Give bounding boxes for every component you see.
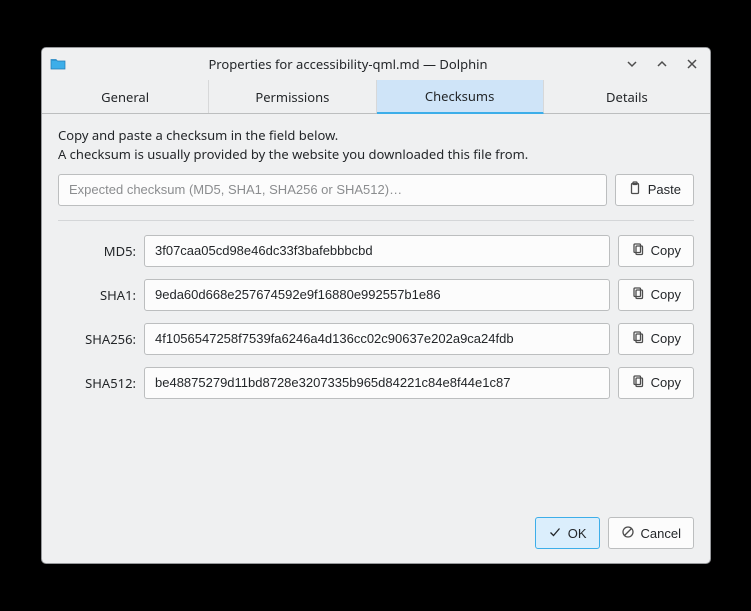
tab-permissions[interactable]: Permissions: [209, 80, 376, 113]
ok-label: OK: [568, 526, 587, 541]
clipboard-icon: [628, 181, 642, 198]
copy-label: Copy: [651, 331, 681, 346]
copy-label: Copy: [651, 375, 681, 390]
sha512-value[interactable]: [144, 367, 610, 399]
cancel-button[interactable]: Cancel: [608, 517, 694, 549]
ok-button[interactable]: OK: [535, 517, 600, 549]
hash-grid: MD5: Copy SHA1: Copy SHA256:: [58, 235, 694, 399]
minimize-button[interactable]: [622, 54, 642, 74]
properties-dialog: Properties for accessibility-qml.md — Do…: [41, 47, 711, 564]
copy-label: Copy: [651, 243, 681, 258]
expected-checksum-input[interactable]: [58, 174, 607, 206]
tab-bar: General Permissions Checksums Details: [42, 80, 710, 114]
cancel-icon: [621, 525, 635, 542]
sha512-copy-button[interactable]: Copy: [618, 367, 694, 399]
paste-button[interactable]: Paste: [615, 174, 694, 206]
instructions: Copy and paste a checksum in the field b…: [58, 126, 694, 164]
copy-icon: [631, 330, 645, 347]
folder-icon: [50, 56, 66, 72]
window-controls: [622, 54, 702, 74]
tab-content: Copy and paste a checksum in the field b…: [42, 114, 710, 507]
window-title: Properties for accessibility-qml.md — Do…: [74, 55, 622, 73]
maximize-button[interactable]: [652, 54, 672, 74]
md5-value[interactable]: [144, 235, 610, 267]
md5-label: MD5:: [58, 242, 136, 260]
copy-icon: [631, 242, 645, 259]
sha256-label: SHA256:: [58, 330, 136, 348]
sha1-copy-button[interactable]: Copy: [618, 279, 694, 311]
separator: [58, 220, 694, 221]
sha1-label: SHA1:: [58, 286, 136, 304]
dialog-footer: OK Cancel: [42, 507, 710, 563]
md5-copy-button[interactable]: Copy: [618, 235, 694, 267]
expected-checksum-row: Paste: [58, 174, 694, 206]
paste-label: Paste: [648, 182, 681, 197]
sha256-copy-button[interactable]: Copy: [618, 323, 694, 355]
instructions-line-2: A checksum is usually provided by the we…: [58, 145, 694, 164]
tab-general[interactable]: General: [42, 80, 209, 113]
sha512-label: SHA512:: [58, 374, 136, 392]
titlebar: Properties for accessibility-qml.md — Do…: [42, 48, 710, 80]
close-button[interactable]: [682, 54, 702, 74]
sha1-value[interactable]: [144, 279, 610, 311]
check-icon: [548, 525, 562, 542]
copy-icon: [631, 374, 645, 391]
tab-details[interactable]: Details: [544, 80, 710, 113]
cancel-label: Cancel: [641, 526, 681, 541]
tab-checksums[interactable]: Checksums: [377, 80, 544, 114]
instructions-line-1: Copy and paste a checksum in the field b…: [58, 126, 694, 145]
copy-icon: [631, 286, 645, 303]
sha256-value[interactable]: [144, 323, 610, 355]
copy-label: Copy: [651, 287, 681, 302]
